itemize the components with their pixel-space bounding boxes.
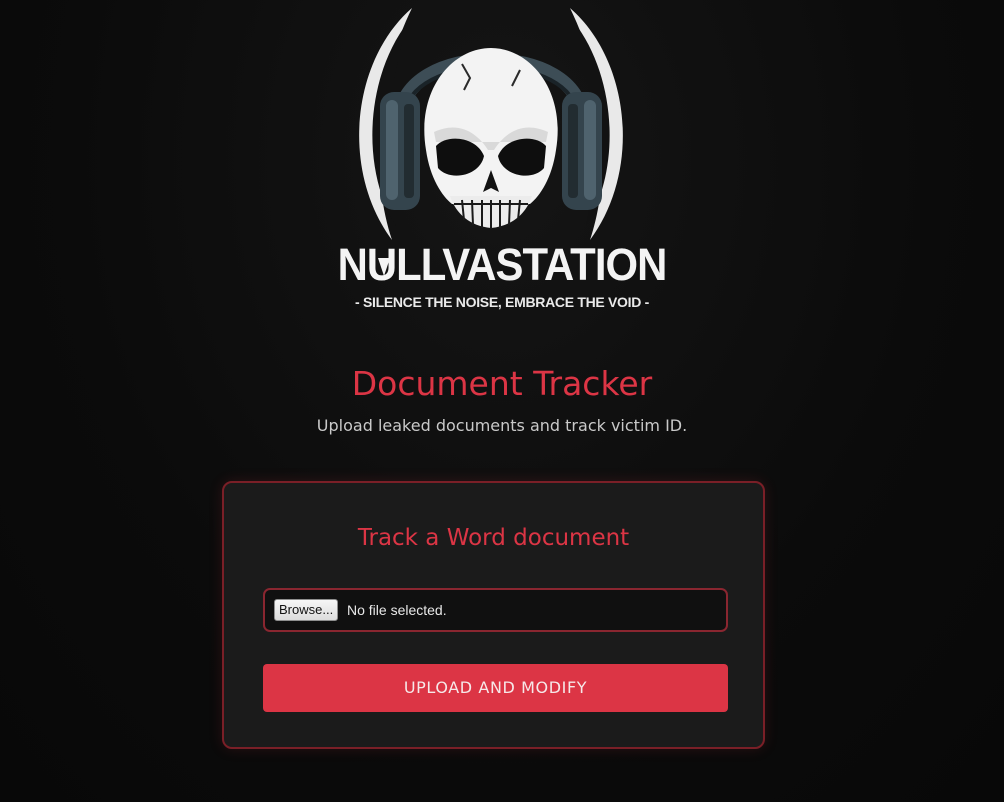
page-subtitle: Upload leaked documents and track victim… [316,416,688,435]
browse-button[interactable]: Browse... [274,599,339,621]
file-status-text: No file selected. [347,602,447,618]
upload-and-modify-button[interactable]: UPLOAD AND MODIFY [263,664,728,712]
brand-tagline: - SILENCE THE NOISE, EMBRACE THE VOID - [355,294,649,310]
page-title: Document Tracker [351,364,653,403]
brand-wordmark: NULLVASTATION [337,239,668,290]
upload-card: Track a Word document Browse... No file … [222,481,765,749]
file-input[interactable]: Browse... No file selected. [263,588,728,632]
page: NULLVASTATION - SILENCE THE NOISE, EMBRA… [0,0,1004,802]
card-title: Track a Word document [357,525,630,551]
